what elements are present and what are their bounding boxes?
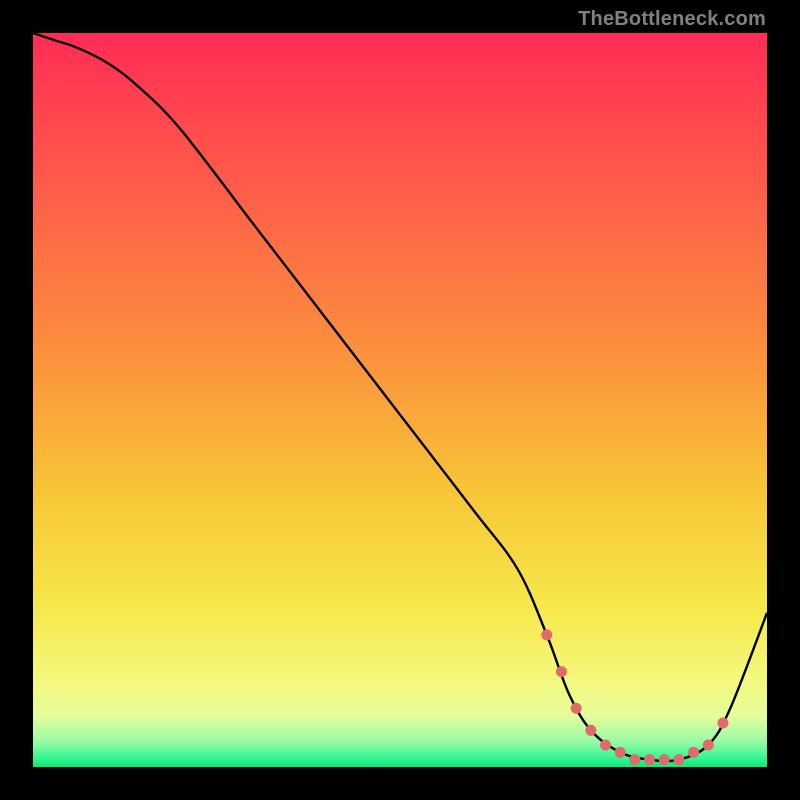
marker-dot [703,739,714,750]
chart-svg [33,33,767,767]
marker-dot [688,747,699,758]
marker-dot [717,717,728,728]
watermark-text: TheBottleneck.com [578,8,766,31]
marker-dot [629,754,640,765]
marker-dot [673,754,684,765]
chart-plot-area [33,33,767,767]
marker-dot [585,725,596,736]
marker-dot [659,754,670,765]
marker-dot [600,739,611,750]
marker-dot [541,629,552,640]
gradient-background [33,33,767,767]
marker-dot [644,754,655,765]
marker-dot [556,666,567,677]
marker-dot [571,703,582,714]
marker-dot [615,747,626,758]
